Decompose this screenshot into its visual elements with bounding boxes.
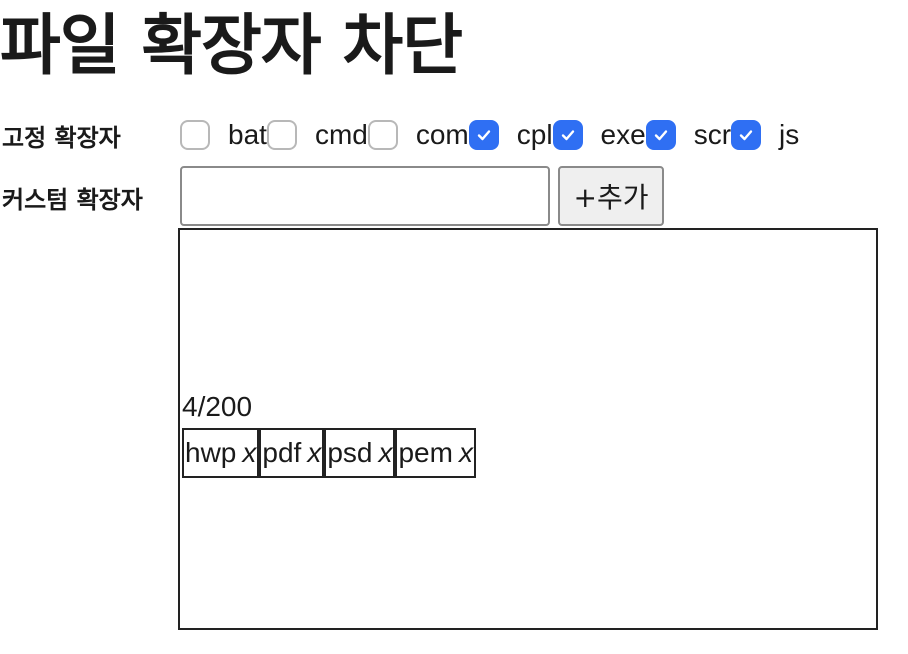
fixed-extension-item: js xyxy=(731,118,799,152)
checkbox-bat[interactable] xyxy=(180,120,210,150)
extension-label-js: js xyxy=(779,119,800,150)
extension-label-cpl: cpl xyxy=(516,119,553,150)
tag-label: psd xyxy=(327,437,373,468)
extension-label-scr: scr xyxy=(693,119,732,150)
fixed-extension-item: scr xyxy=(645,118,732,152)
checkbox-cmd[interactable] xyxy=(266,120,297,150)
custom-tag: hwp x xyxy=(182,428,260,478)
extension-label-com: com xyxy=(415,119,469,150)
checkbox-js[interactable] xyxy=(731,120,762,150)
custom-tag: pdf x xyxy=(259,428,325,478)
extension-label-bat: bat xyxy=(228,119,267,150)
checkbox-exe[interactable] xyxy=(552,120,583,150)
custom-extension-input[interactable] xyxy=(180,166,550,226)
tag-remove-button[interactable]: x xyxy=(307,437,321,469)
fixed-extensions-list: bat cmd com cpl exe scr js xyxy=(180,118,799,152)
page-title: 파일 확장자 차단 xyxy=(0,7,463,84)
tag-label: pdf xyxy=(262,437,302,468)
add-extension-button[interactable]: +추가 xyxy=(558,166,664,226)
check-icon xyxy=(739,130,753,141)
custom-tag: pem x xyxy=(395,428,476,478)
tag-remove-button[interactable]: x xyxy=(459,437,473,469)
check-icon xyxy=(561,130,574,141)
custom-extensions-box: 4/200 hwp x pdf x psd x pem x xyxy=(178,228,878,630)
custom-tag-list: hwp x pdf x psd x pem x xyxy=(182,428,476,478)
fixed-extension-item: exe xyxy=(552,118,646,152)
extension-label-exe: exe xyxy=(600,119,646,150)
checkbox-cpl[interactable] xyxy=(468,120,499,150)
fixed-extension-item: cmd xyxy=(266,118,368,152)
tag-label: hwp xyxy=(185,437,237,468)
check-icon xyxy=(477,130,490,141)
checkbox-com[interactable] xyxy=(367,120,398,150)
fixed-extension-item: bat xyxy=(180,118,267,152)
fixed-extensions-label: 고정 확장자 xyxy=(2,124,121,152)
tag-remove-button[interactable]: x xyxy=(242,437,256,469)
check-icon xyxy=(654,130,667,141)
checkbox-scr[interactable] xyxy=(645,120,676,150)
fixed-extension-item: com xyxy=(367,118,469,152)
tag-remove-button[interactable]: x xyxy=(378,437,392,469)
extension-label-cmd: cmd xyxy=(314,119,368,150)
tag-label: pem xyxy=(398,437,453,468)
extension-counter: 4/200 xyxy=(182,391,253,422)
custom-tag: psd x xyxy=(324,428,396,478)
fixed-extension-item: cpl xyxy=(468,118,553,152)
custom-extensions-label: 커스텀 확장자 xyxy=(2,186,143,214)
